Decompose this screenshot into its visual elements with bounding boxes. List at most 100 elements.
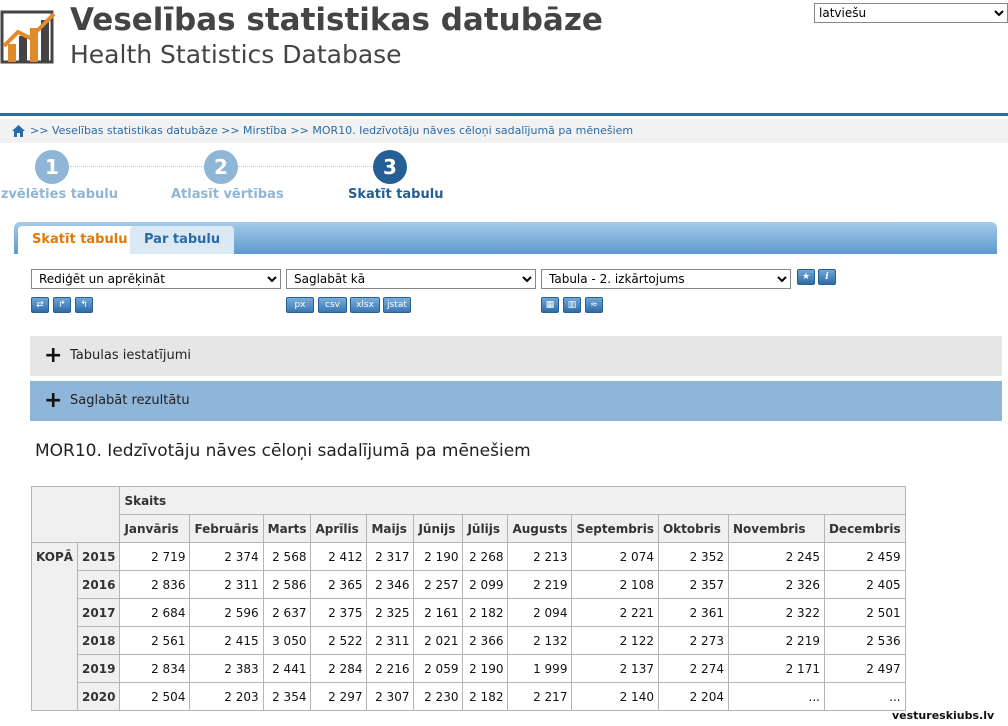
table-cell: 2 415 (189, 626, 264, 655)
table-cell: 2 297 (310, 682, 368, 711)
month-header: Decembris (823, 514, 906, 543)
table-cell: 2 268 (462, 542, 509, 571)
table-cell: 2 182 (462, 682, 509, 711)
table-settings-panel[interactable]: + Tabulas iestatījumi (30, 336, 1002, 376)
table-settings-label: Tabulas iestatījumi (70, 348, 192, 363)
bar-chart-logo-icon (0, 10, 56, 64)
table-row: 2018 2 561 2 415 3 050 2 522 2 311 2 021 2 366 2… (32, 626, 906, 655)
save-xlsx-button[interactable]: xlsx (350, 297, 380, 313)
step-1-label[interactable]: Izvēlēties tabulu (0, 187, 118, 202)
measure-header: Skaits (119, 486, 906, 515)
tab-view-table[interactable]: Skatīt tabulu (18, 226, 142, 254)
month-header: Janvāris (119, 514, 191, 543)
home-icon[interactable] (12, 125, 25, 137)
year-header: 2017 (77, 598, 121, 627)
table-cell: 2 216 (366, 654, 415, 683)
table-row: 2017 2 684 2 596 2 637 2 375 2 325 2 161 2 182 2… (32, 598, 906, 627)
table-cell: 2 405 (823, 570, 906, 599)
table-cell: 2 203 (189, 682, 264, 711)
table-cell: 2 504 (119, 682, 191, 711)
edit-calculate-select[interactable]: Rediģēt un aprēķināt (31, 269, 281, 289)
step-3-circle: 3 (373, 150, 407, 184)
table-cell: 2 219 (727, 626, 825, 655)
table-cell: 2 140 (571, 682, 659, 711)
table-cell: 2 122 (571, 626, 659, 655)
table-cell: 2 099 (462, 570, 509, 599)
line-chart-icon[interactable]: ≈ (585, 297, 603, 313)
month-header: Novembris (727, 514, 825, 543)
table-cell: 1 999 (507, 654, 573, 683)
layout-select[interactable]: Tabula - 2. izkārtojums (541, 269, 791, 289)
table-cell: 2 245 (727, 542, 825, 571)
breadcrumb-path[interactable]: >> Veselības statistikas datubāze >> Mir… (30, 119, 633, 143)
save-jstat-button[interactable]: jstat (383, 297, 411, 313)
step-2-circle[interactable]: 2 (204, 150, 238, 184)
year-header: 2016 (77, 570, 121, 599)
pivot-clockwise-icon[interactable]: ⇄ (31, 297, 49, 313)
save-result-panel[interactable]: + Saglabāt rezultātu (30, 381, 1002, 421)
table-cell: 2 459 (823, 542, 906, 571)
save-px-button[interactable]: px (286, 297, 314, 313)
table-row: 2019 2 834 2 383 2 441 2 284 2 216 2 059 2 190 1… (32, 654, 906, 683)
info-icon[interactable]: i (818, 269, 836, 285)
table-cell: 2 171 (727, 654, 825, 683)
month-header: Augusts (507, 514, 573, 543)
table-cell: 2 374 (189, 542, 264, 571)
table-view-icon[interactable]: ▦ (541, 297, 559, 313)
table-cell: 2 326 (727, 570, 825, 599)
corner-cell (30, 486, 121, 543)
table-cell: 2 637 (262, 598, 312, 627)
bar-chart-icon[interactable]: ▥ (563, 297, 581, 313)
table-cell: 2 441 (262, 654, 312, 683)
table-cell: 2 190 (413, 542, 464, 571)
table-cell: 2 307 (366, 682, 415, 711)
table-title: MOR10. Iedzīvotāju nāves cēloņi sadalīju… (35, 441, 531, 461)
step-1-circle[interactable]: 1 (35, 150, 69, 184)
table-cell: 2 161 (413, 598, 464, 627)
table-cell: 2 346 (366, 570, 415, 599)
table-cell: 2 257 (413, 570, 464, 599)
step-connector (238, 166, 374, 167)
site-title-en: Health Statistics Database (70, 40, 402, 69)
table-cell: 2 213 (507, 542, 573, 571)
month-header: Aprīlis (310, 514, 368, 543)
step-3-label: Skatīt tabulu (348, 187, 444, 202)
table-cell: ... (823, 682, 906, 711)
table-row: 2016 2 836 2 311 2 586 2 365 2 346 2 257 2 099 2… (32, 570, 906, 599)
table-cell: 2 366 (462, 626, 509, 655)
table-cell: 2 836 (119, 570, 191, 599)
month-header: Marts (262, 514, 312, 543)
month-header: Jūnijs (413, 514, 464, 543)
table-cell: 2 561 (119, 626, 191, 655)
star-icon[interactable]: ★ (797, 269, 815, 285)
pivot-counterclockwise-icon[interactable]: ↱ (53, 297, 71, 313)
plus-icon: + (44, 343, 63, 368)
language-select[interactable]: latviešu (814, 3, 1008, 23)
tab-bar: Skatīt tabulu Par tabulu (14, 222, 997, 254)
table-row: KOPĀ 2015 2 719 2 374 2 568 2 412 2 317 2 190 2 … (30, 542, 906, 711)
group-header: KOPĀ (30, 542, 79, 711)
table-cell: 2 074 (571, 542, 659, 571)
table-cell: 2 230 (413, 682, 464, 711)
save-csv-button[interactable]: csv (318, 297, 347, 313)
step-2-label[interactable]: Atlasīt vērtības (171, 187, 284, 202)
undo-icon[interactable]: ↰ (75, 297, 93, 313)
table-cell: 2 094 (507, 598, 573, 627)
table-cell: 2 568 (262, 542, 312, 571)
save-as-select[interactable]: Saglabāt kā (286, 269, 536, 289)
plus-icon: + (44, 388, 63, 413)
table-cell: 2 273 (657, 626, 729, 655)
table-cell: 2 274 (657, 654, 729, 683)
table-cell: 2 190 (462, 654, 509, 683)
tab-about-table[interactable]: Par tabulu (130, 226, 235, 254)
table-cell: 2 182 (462, 598, 509, 627)
table-cell: 2 501 (823, 598, 906, 627)
year-header: 2015 (77, 542, 121, 571)
table-cell: 2 719 (119, 542, 191, 571)
page-header: Veselības statistikas datubāze Health St… (0, 0, 1008, 116)
table-cell: 2 375 (310, 598, 368, 627)
table-cell: 2 219 (507, 570, 573, 599)
table-cell: 2 204 (657, 682, 729, 711)
table-cell: 2 284 (310, 654, 368, 683)
breadcrumb: >> Veselības statistikas datubāze >> Mir… (0, 119, 1008, 143)
